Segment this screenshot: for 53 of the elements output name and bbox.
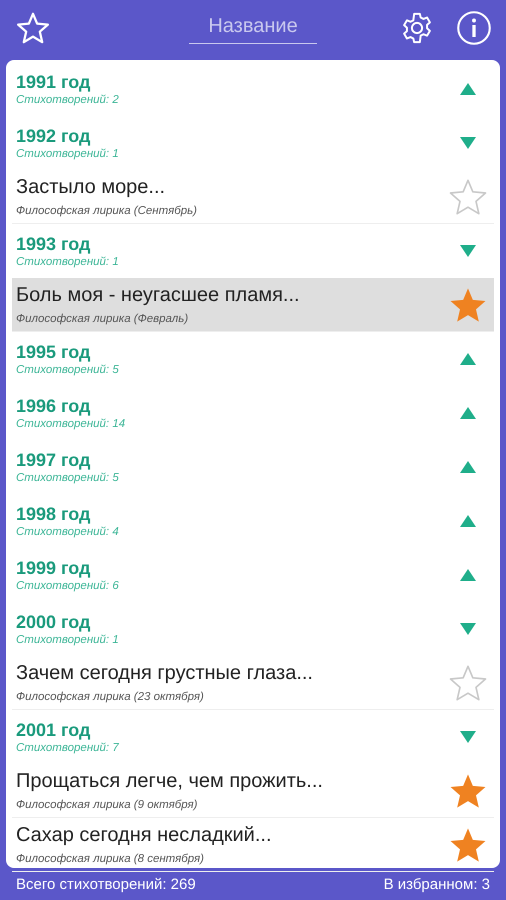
year-title: 1997 год xyxy=(16,450,92,470)
year-row[interactable]: 1999 год Стихотворений: 6 xyxy=(12,548,494,602)
poem-count: Стихотворений: 14 xyxy=(16,416,126,430)
total-count: Всего стихотворений: 269 xyxy=(16,876,196,892)
poem-count: Стихотворений: 1 xyxy=(16,146,120,160)
poem-row[interactable]: Прощаться легче, чем прожить... Философская лирика (9 октября) xyxy=(12,764,494,818)
info-icon[interactable] xyxy=(456,10,492,46)
poem-count: Стихотворений: 7 xyxy=(16,740,120,754)
year-title: 1999 год xyxy=(16,558,92,578)
poem-row[interactable]: Зачем сегодня грустные глаза... Философская лирика (23 октября) xyxy=(12,656,494,710)
poem-count: Стихотворений: 2 xyxy=(16,92,120,106)
poem-category: Философская лирика (9 октября) xyxy=(16,798,198,812)
star-icon[interactable] xyxy=(448,662,488,702)
year-row[interactable]: 1992 год Стихотворений: 1 xyxy=(12,116,494,170)
year-row[interactable]: 1991 год Стихотворений: 2 xyxy=(12,62,494,116)
star-icon[interactable] xyxy=(448,176,488,216)
poem-count: Стихотворений: 5 xyxy=(16,470,120,484)
poem-title: Сахар сегодня несладкий... xyxy=(16,822,273,848)
poem-category: Философская лирика (8 сентября) xyxy=(16,852,205,866)
poem-category: Философская лирика (Сентябрь) xyxy=(16,204,198,218)
year-row[interactable]: 2000 год Стихотворений: 1 xyxy=(12,602,494,656)
poem-category: Философская лирика (Февраль) xyxy=(16,312,190,326)
poem-count: Стихотворений: 6 xyxy=(16,578,120,592)
year-title: 1992 год xyxy=(16,126,92,146)
search-field[interactable]: Название xyxy=(189,10,317,44)
poem-count: Стихотворений: 5 xyxy=(16,362,120,376)
year-row[interactable]: 1996 год Стихотворений: 14 xyxy=(12,386,494,440)
settings-icon[interactable] xyxy=(400,11,434,45)
poem-count: Стихотворений: 1 xyxy=(16,632,120,646)
year-title: 2000 год xyxy=(16,612,92,632)
poem-row[interactable]: Застыло море... Философская лирика (Сентябрь) xyxy=(12,170,494,224)
poem-row[interactable]: Боль моя - неугасшее пламя... Философская лирика (Февраль) xyxy=(12,278,494,332)
year-title: 1998 год xyxy=(16,504,92,524)
year-row[interactable]: 1993 год Стихотворений: 1 xyxy=(12,224,494,278)
poem-title: Застыло море... xyxy=(16,174,166,200)
poem-count: Стихотворений: 1 xyxy=(16,254,120,268)
favorites-count: В избранном: 3 xyxy=(384,876,490,892)
year-row[interactable]: 1998 год Стихотворений: 4 xyxy=(12,494,494,548)
poem-category: Философская лирика (23 октября) xyxy=(16,690,205,704)
star-icon[interactable] xyxy=(16,11,50,45)
poem-count: Стихотворений: 4 xyxy=(16,524,120,538)
poem-title: Зачем сегодня грустные глаза... xyxy=(16,660,314,686)
year-title: 1991 год xyxy=(16,72,92,92)
year-row[interactable]: 1997 год Стихотворений: 5 xyxy=(12,440,494,494)
year-title: 1996 год xyxy=(16,396,92,416)
year-title: 1995 год xyxy=(16,342,92,362)
year-title: 1993 год xyxy=(16,234,92,254)
year-row[interactable]: 2001 год Стихотворений: 7 xyxy=(12,710,494,764)
poem-title: Боль моя - неугасшее пламя... xyxy=(16,282,301,308)
poem-title: Прощаться легче, чем прожить... xyxy=(16,768,324,794)
year-row[interactable]: 1995 год Стихотворений: 5 xyxy=(12,332,494,386)
poem-row[interactable]: Сахар сегодня несладкий... Философская лирика (8 сентября) xyxy=(12,818,494,872)
year-title: 2001 год xyxy=(16,720,92,740)
